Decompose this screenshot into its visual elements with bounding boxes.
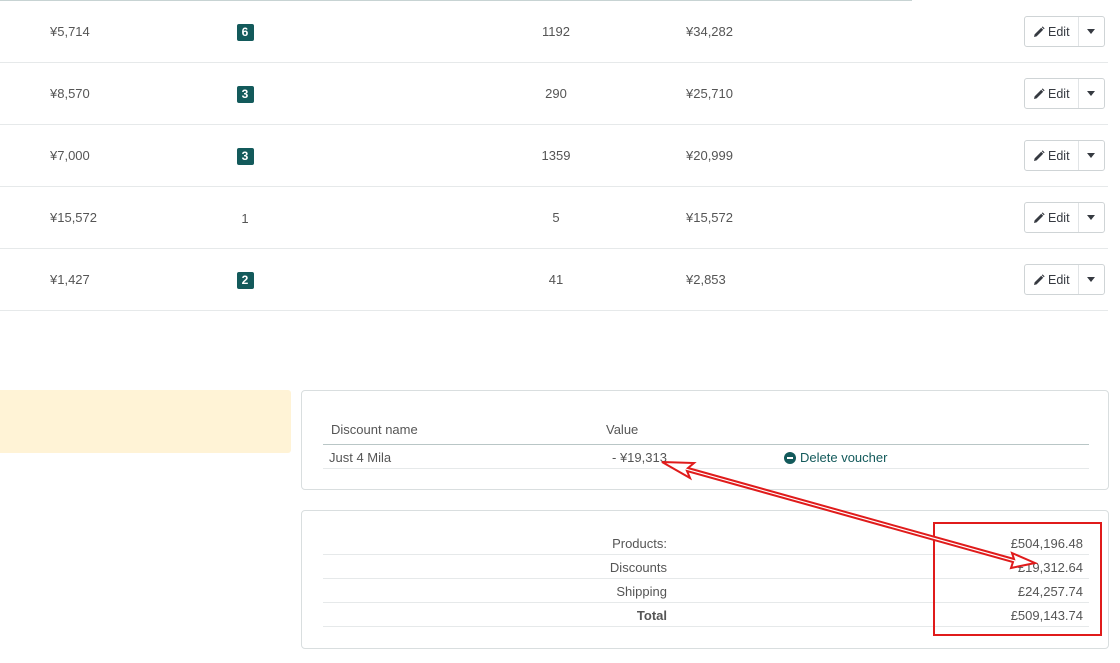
quantity-value: 1 bbox=[241, 211, 249, 227]
row-actions: Edit bbox=[1024, 264, 1105, 295]
unit-price: ¥8,570 bbox=[50, 86, 90, 101]
row-total: ¥20,999 bbox=[686, 148, 733, 163]
table-row: ¥5,714 6 1192 ¥34,282 Edit bbox=[0, 1, 1108, 63]
quantity-cell: 1 bbox=[230, 187, 260, 248]
edit-label: Edit bbox=[1048, 86, 1070, 101]
available-stock: 5 bbox=[552, 210, 560, 225]
caret-down-icon bbox=[1087, 29, 1096, 34]
caret-down-icon bbox=[1087, 277, 1096, 282]
table-row: ¥1,427 2 41 ¥2,853 Edit bbox=[0, 249, 1108, 311]
edit-button[interactable]: Edit bbox=[1025, 79, 1078, 108]
quantity-cell: 3 bbox=[230, 125, 260, 186]
quantity-cell: 2 bbox=[230, 249, 260, 310]
table-row: ¥15,572 1 5 ¥15,572 Edit bbox=[0, 187, 1108, 249]
pencil-icon bbox=[1034, 25, 1045, 37]
pencil-icon bbox=[1034, 87, 1045, 99]
quantity-cell: 3 bbox=[230, 63, 260, 124]
pencil-icon bbox=[1034, 211, 1045, 223]
available-stock: 41 bbox=[548, 272, 564, 287]
caret-down-icon bbox=[1087, 91, 1096, 96]
edit-label: Edit bbox=[1048, 272, 1070, 287]
available-stock: 1359 bbox=[541, 148, 571, 163]
edit-button[interactable]: Edit bbox=[1025, 17, 1078, 46]
products-total-label: Products: bbox=[612, 536, 667, 551]
row-actions: Edit bbox=[1024, 140, 1105, 171]
caret-down-icon bbox=[1087, 215, 1096, 220]
minus-circle-icon bbox=[784, 451, 796, 464]
discounts-total-label: Discounts bbox=[609, 560, 667, 575]
order-products-table: ¥5,714 6 1192 ¥34,282 Edit ¥8,570 3 290 … bbox=[0, 1, 1108, 311]
available-stock: 290 bbox=[545, 86, 567, 101]
shipping-total-label: Shipping bbox=[616, 584, 667, 599]
row-actions: Edit bbox=[1024, 202, 1105, 233]
edit-label: Edit bbox=[1048, 148, 1070, 163]
discount-value: - ¥19,313 bbox=[612, 450, 667, 465]
quantity-badge: 6 bbox=[236, 24, 254, 42]
table-row: ¥7,000 3 1359 ¥20,999 Edit bbox=[0, 125, 1108, 187]
actions-dropdown-toggle[interactable] bbox=[1077, 79, 1104, 108]
row-total: ¥2,853 bbox=[686, 272, 726, 287]
edit-label: Edit bbox=[1048, 24, 1070, 39]
row-actions: Edit bbox=[1024, 78, 1105, 109]
actions-dropdown-toggle[interactable] bbox=[1077, 203, 1104, 232]
caret-down-icon bbox=[1087, 153, 1096, 158]
edit-button[interactable]: Edit bbox=[1025, 141, 1078, 170]
edit-button[interactable]: Edit bbox=[1025, 203, 1078, 232]
quantity-badge: 3 bbox=[236, 148, 254, 166]
actions-dropdown-toggle[interactable] bbox=[1077, 265, 1104, 294]
pencil-icon bbox=[1034, 273, 1045, 285]
edit-label: Edit bbox=[1048, 210, 1070, 225]
unit-price: ¥5,714 bbox=[50, 24, 90, 39]
discount-row: Just 4 Mila - ¥19,313 Delete voucher bbox=[323, 446, 1089, 469]
discount-name: Just 4 Mila bbox=[329, 450, 392, 465]
row-total: ¥25,710 bbox=[686, 86, 733, 101]
unit-price: ¥7,000 bbox=[50, 148, 90, 163]
quantity-badge: 3 bbox=[236, 86, 254, 104]
discount-value-header: Value bbox=[606, 422, 639, 437]
quantity-cell: 6 bbox=[230, 1, 260, 62]
unit-price: ¥15,572 bbox=[50, 210, 97, 225]
row-total: ¥15,572 bbox=[686, 210, 733, 225]
pencil-icon bbox=[1034, 149, 1045, 161]
table-row: ¥8,570 3 290 ¥25,710 Edit bbox=[0, 63, 1108, 125]
delete-voucher-label: Delete voucher bbox=[800, 450, 888, 465]
discounts-header: Discount name Value bbox=[323, 420, 1089, 445]
quantity-badge: 2 bbox=[236, 272, 254, 290]
actions-dropdown-toggle[interactable] bbox=[1077, 141, 1104, 170]
discounts-panel: Discount name Value Just 4 Mila - ¥19,31… bbox=[301, 390, 1109, 490]
unit-price: ¥1,427 bbox=[50, 272, 90, 287]
row-actions: Edit bbox=[1024, 16, 1105, 47]
delete-voucher-link[interactable]: Delete voucher bbox=[784, 450, 887, 465]
annotation-highlight-box bbox=[933, 522, 1102, 636]
edit-button[interactable]: Edit bbox=[1025, 265, 1078, 294]
discount-name-header: Discount name bbox=[331, 422, 418, 437]
warning-alert bbox=[0, 390, 291, 453]
actions-dropdown-toggle[interactable] bbox=[1077, 17, 1104, 46]
row-total: ¥34,282 bbox=[686, 24, 733, 39]
available-stock: 1192 bbox=[542, 24, 570, 39]
order-total-label: Total bbox=[636, 608, 667, 623]
